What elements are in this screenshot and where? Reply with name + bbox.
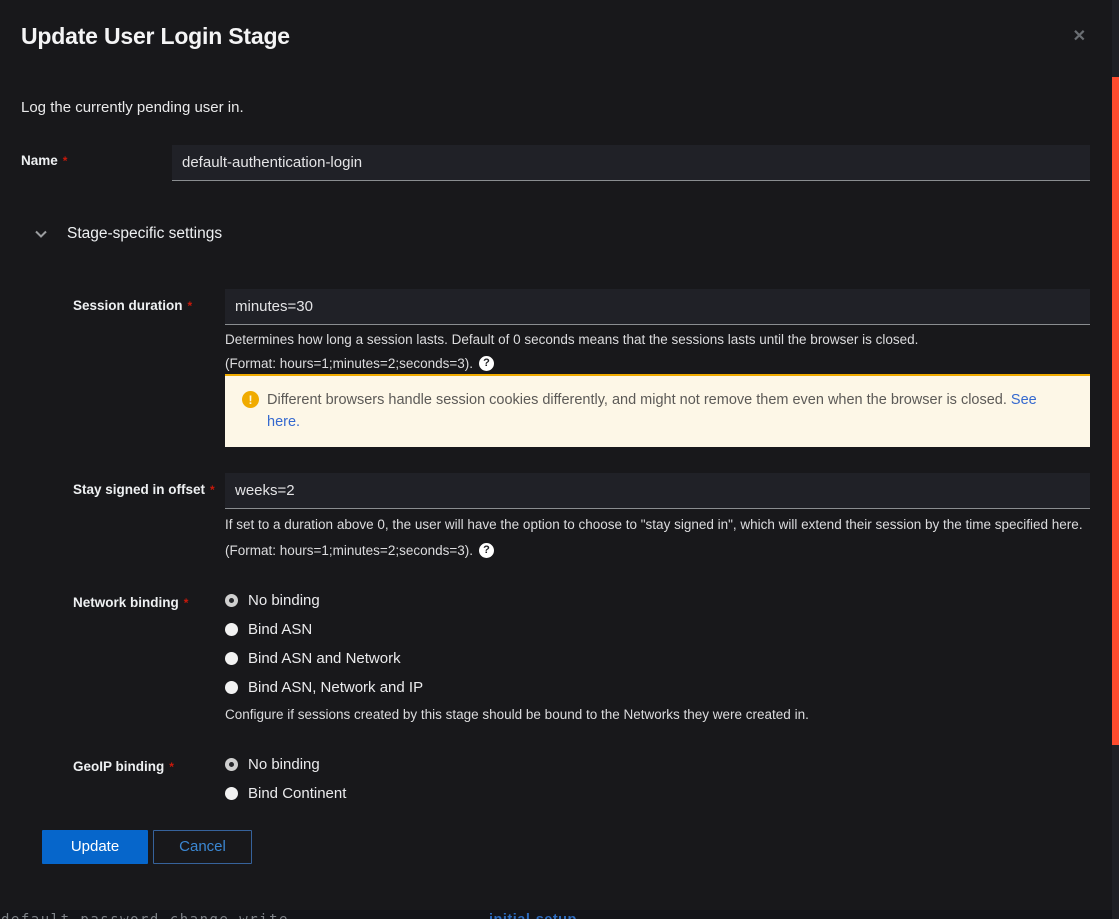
warning-icon: ! xyxy=(242,391,259,408)
modal-body: Log the currently pending user in. Name *… xyxy=(0,99,1119,864)
session-duration-label: Session duration * xyxy=(73,298,193,313)
background-table-row: default-password-change-write initial-se… xyxy=(0,910,1112,919)
stage-specific-settings-toggle[interactable]: Stage-specific settings xyxy=(21,225,1090,243)
required-asterisk: * xyxy=(183,595,189,610)
network-binding-control: No binding Bind ASN Bind ASN and Network xyxy=(225,586,1090,724)
required-asterisk: * xyxy=(210,483,215,497)
session-duration-group: Session duration* Determines how long a … xyxy=(73,289,1090,447)
cancel-button[interactable]: Cancel xyxy=(153,829,252,864)
session-duration-format-help: (Format: hours=1;minutes=2;seconds=3). ? xyxy=(225,354,1090,373)
required-asterisk: * xyxy=(62,154,68,168)
chevron-down-icon xyxy=(34,227,48,241)
geoip-binding-group: GeoIP binding * No binding Bind Continent xyxy=(73,750,1090,808)
close-icon[interactable]: ✕ xyxy=(1067,23,1092,51)
stay-signed-in-control: If set to a duration above 0, the user w… xyxy=(225,473,1090,560)
radio-selected-icon xyxy=(225,757,238,771)
radio-option-bind-continent[interactable]: Bind Continent xyxy=(225,779,1090,808)
stage-description: Log the currently pending user in. xyxy=(21,99,244,116)
radio-unselected-icon xyxy=(225,622,238,636)
radio-unselected-icon xyxy=(225,786,238,800)
radio-option-bind-asn-network-ip[interactable]: Bind ASN, Network and IP xyxy=(225,673,1090,702)
screen: Update User Login Stage ✕ Log the curren… xyxy=(0,0,1119,919)
scrollbar-thumb[interactable] xyxy=(1112,77,1119,745)
session-duration-control: Determines how long a session lasts. Def… xyxy=(225,289,1090,447)
geoip-binding-label: GeoIP binding * xyxy=(73,758,174,774)
background-flow-link[interactable]: initial-setup xyxy=(489,912,577,919)
radio-option-geoip-no-binding[interactable]: No binding xyxy=(225,750,1090,779)
network-binding-group: Network binding * No binding Bind ASN Bi… xyxy=(73,586,1090,724)
name-form-group: Name * xyxy=(21,145,1090,181)
background-stage-name: default-password-change-write xyxy=(1,912,289,919)
page-title: Update User Login Stage xyxy=(21,23,290,49)
session-duration-input[interactable] xyxy=(225,289,1090,325)
stay-signed-in-input[interactable] xyxy=(225,473,1090,509)
section-label: Stage-specific settings xyxy=(67,225,223,242)
stay-signed-in-format-help: (Format: hours=1;minutes=2;seconds=3). ? xyxy=(225,541,1090,560)
radio-unselected-icon xyxy=(225,680,238,694)
required-asterisk: * xyxy=(187,299,193,313)
session-duration-help: Determines how long a session lasts. Def… xyxy=(225,332,919,347)
session-cookie-warning-alert: ! Different browsers handle session cook… xyxy=(225,374,1090,447)
stay-signed-in-help: If set to a duration above 0, the user w… xyxy=(225,517,1083,532)
scrollbar-track[interactable] xyxy=(1112,0,1119,919)
update-button[interactable]: Update xyxy=(42,829,148,864)
help-circle-icon[interactable]: ? xyxy=(479,542,494,558)
radio-option-bind-asn-network[interactable]: Bind ASN and Network xyxy=(225,644,1090,673)
required-asterisk: * xyxy=(169,759,174,774)
network-binding-label: Network binding * xyxy=(73,594,189,610)
name-input[interactable] xyxy=(172,145,1090,181)
update-user-login-stage-modal: Update User Login Stage ✕ Log the curren… xyxy=(0,0,1119,910)
radio-option-bind-asn[interactable]: Bind ASN xyxy=(225,615,1090,644)
radio-selected-icon xyxy=(225,593,238,607)
name-label: Name * xyxy=(21,153,68,168)
warning-text: Different browsers handle session cookie… xyxy=(267,392,1037,430)
radio-option-no-binding[interactable]: No binding xyxy=(225,586,1090,615)
stay-signed-in-group: Stay signed in offset* If set to a durat… xyxy=(73,473,1090,560)
radio-unselected-icon xyxy=(225,651,238,665)
help-circle-icon[interactable]: ? xyxy=(479,356,494,371)
network-binding-help: Configure if sessions created by this st… xyxy=(225,706,809,722)
geoip-binding-control: No binding Bind Continent xyxy=(225,750,1090,808)
stage-specific-settings-body: Session duration* Determines how long a … xyxy=(21,289,1090,808)
modal-header: Update User Login Stage ✕ xyxy=(0,0,1119,51)
stay-signed-in-label: Stay signed in offset * xyxy=(73,482,215,497)
modal-footer: Update Cancel xyxy=(21,829,1090,864)
